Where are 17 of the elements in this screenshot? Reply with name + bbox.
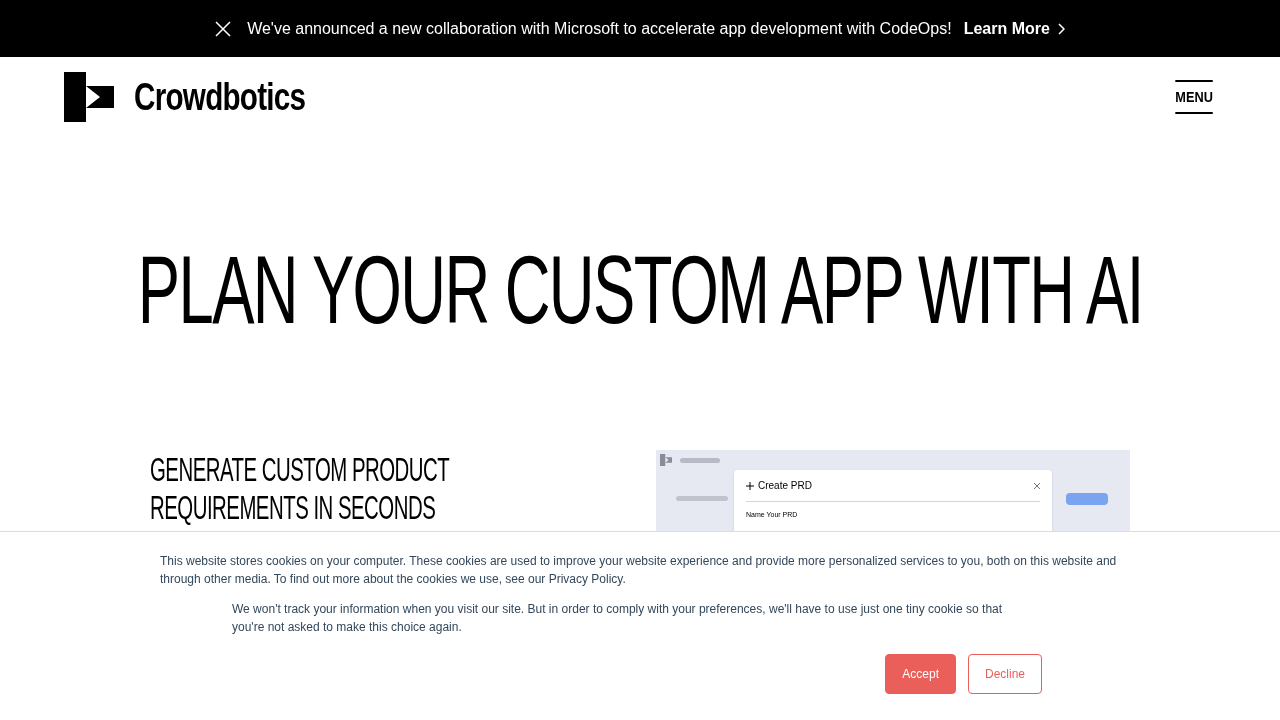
logo-icon bbox=[64, 72, 114, 122]
hero-title: PLAN YOUR CUSTOM APP WITH AI bbox=[137, 242, 1143, 338]
blurred-text bbox=[676, 496, 728, 501]
close-icon[interactable] bbox=[215, 20, 232, 37]
close-icon bbox=[1034, 482, 1040, 489]
cookie-note: We won't track your information when you visit our site. But in order to comply with your preferences, we'll have to use just one tiny cookie so that you're not asked to make this choice again. bbox=[232, 601, 1004, 636]
feature-title: GENERATE CUSTOM PRODUCT REQUIREMENTS IN SECONDS bbox=[150, 450, 451, 527]
announcement-text: We've announced a new collaboration with Microsoft to accelerate app development with CodeOps! bbox=[247, 18, 952, 39]
logo-icon bbox=[660, 454, 672, 466]
dialog-title: Create PRD bbox=[758, 479, 812, 493]
cookie-text: This website stores cookies on your computer. These cookies are used to improve your website experience and provide more personalized services to you, both on this website and through other media. To find out more about the cookies we use, see our Privacy Policy. bbox=[160, 553, 1118, 588]
chevron-right-icon bbox=[1057, 22, 1065, 35]
learn-more-link[interactable]: Learn More bbox=[963, 16, 1065, 41]
brand-name[interactable]: Crowdbotics bbox=[134, 68, 306, 126]
plus-icon bbox=[746, 481, 754, 490]
blurred-text bbox=[680, 457, 720, 463]
menu-button[interactable]: MENU bbox=[1175, 79, 1213, 115]
